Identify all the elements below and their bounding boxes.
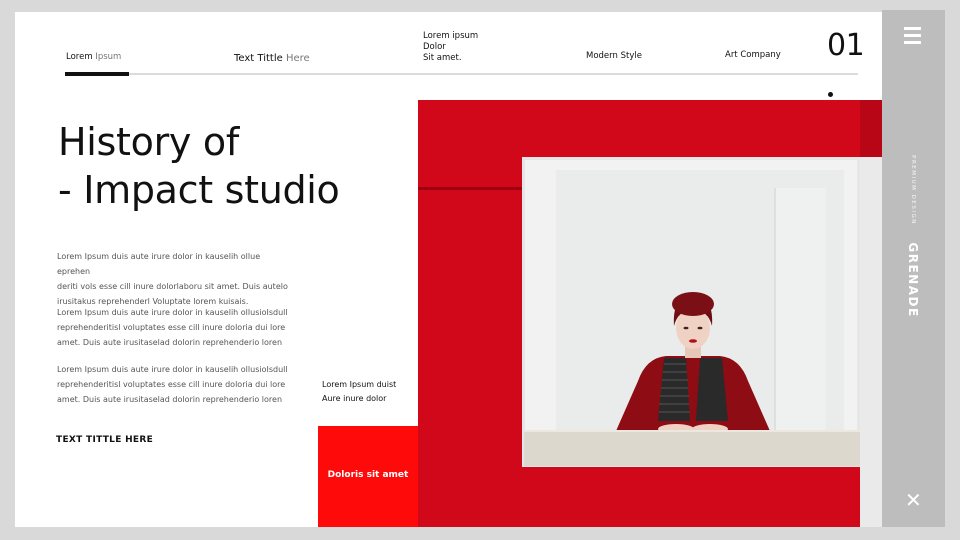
dot-indicator [828,92,833,97]
paragraph-line: Lorem Ipsum duis aute irure dolor in kau… [57,252,261,276]
sidebar-small-label: PREMIUM DESIGN [910,155,916,225]
nav-item-3-line1: Lorem ipsum [423,31,479,41]
close-icon[interactable]: ✕ [905,490,922,510]
paragraph-1: Lorem Ipsum duis aute irure dolor in kau… [57,249,289,309]
sidebar-brand-label: GRENADE [906,242,920,318]
paragraph-line: reprehenderitisl voluptates esse cill in… [57,380,286,389]
nav-item-text-tittle-light: Here [282,53,310,64]
paragraph-line: amet. Duis aute irusitaselad dolorin rep… [57,338,283,347]
woman-figure [616,292,770,434]
nav-item-3-line2: Dolor [423,42,446,52]
hamburger-menu-icon[interactable] [904,27,921,45]
page-title: History of - Impact studio [58,118,340,214]
nav-item-modern-style[interactable]: Modern Style [586,51,642,62]
paragraph-2: Lorem Ipsum duis aute irure dolor in kau… [57,305,289,350]
page-title-line1: History of [58,120,239,164]
page-number: 01 [827,28,865,63]
paragraph-line: Lorem Ipsum duis aute irure dolor in kau… [57,308,288,317]
nav-item-lorem-light: Ipsum [92,52,122,62]
nav-item-text-tittle-dark: Text Tittle [234,53,283,64]
sidebar: PREMIUM DESIGN GRENADE ✕ [882,10,945,527]
hero-photo [418,100,882,527]
nav-item-art-company[interactable]: Art Company [725,50,781,61]
slide: Lorem Ipsum Text Tittle Here Lorem ipsum… [15,12,945,527]
nav-item-lorem-dolor[interactable]: Lorem ipsum Dolor Sit amet. [423,31,478,64]
page-title-line2: - Impact studio [58,168,340,212]
caption: Lorem Ipsum duist Aure inure dolor [322,378,396,406]
doloris-button[interactable]: Doloris sit amet [318,426,418,527]
paragraph-line: Lorem Ipsum duis aute irure dolor in kau… [57,365,288,374]
nav-item-text-tittle[interactable]: Text Tittle Here [234,53,310,64]
paragraph-line: deriti vols esse cill inure dolorlaboru … [57,282,288,291]
paragraph-line: amet. Duis aute irusitaselad dolorin rep… [57,395,283,404]
nav-underline-track [65,73,858,75]
photo-right-top [860,100,882,157]
paragraph-line: reprehenderitisl voluptates esse cill in… [57,323,286,332]
caption-line2: Aure inure dolor [322,394,387,403]
photo-window-panel [774,188,826,438]
nav-item-lorem-ipsum[interactable]: Lorem Ipsum [66,52,121,63]
photo-window-ledge [524,430,860,466]
nav-item-lorem-dark: Lorem [66,52,93,62]
caption-line1: Lorem Ipsum duist [322,380,397,389]
nav-item-3-line3: Sit amet. [423,53,462,63]
photo-wall-stripe [418,187,523,190]
photo-right-shade [860,100,882,527]
nav-underline-active [65,72,129,76]
doloris-button-label: Doloris sit amet [327,470,409,480]
section-title: TEXT TITTLE HERE [56,435,154,445]
paragraph-3: Lorem Ipsum duis aute irure dolor in kau… [57,362,289,407]
